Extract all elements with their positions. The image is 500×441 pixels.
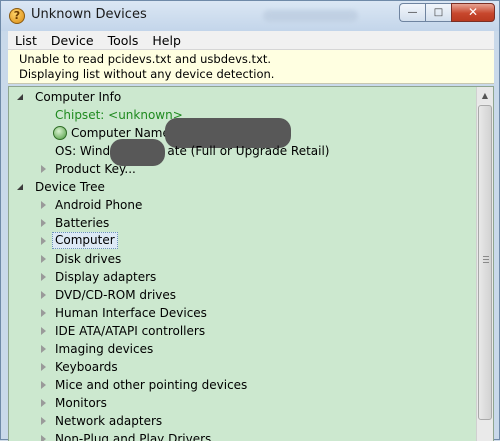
maximize-button[interactable]: □ [425,3,451,22]
expanded-arrow-icon[interactable] [17,184,23,190]
tree-label: IDE ATA/ATAPI controllers [55,324,206,338]
chipset-row: Chipset: <unknown> [55,108,183,122]
tree-label: Human Interface Devices [55,306,207,320]
collapsed-arrow-icon[interactable] [41,219,46,227]
collapsed-arrow-icon[interactable] [41,273,46,281]
grip-line [483,262,489,263]
collapsed-arrow-icon[interactable] [41,291,46,299]
menu-help[interactable]: Help [145,31,188,49]
collapsed-arrow-icon[interactable] [41,309,46,317]
close-button[interactable]: ✕ [451,3,495,22]
app-window: ? Unknown Devices — □ ✕ List Device Tool… [0,0,500,441]
grip-line [483,259,489,260]
collapsed-arrow-icon[interactable] [41,255,46,263]
grip-line [483,256,489,257]
vertical-scrollbar[interactable]: ▲ [476,87,493,441]
tree-label: Computer [52,232,118,249]
tree-label: Batteries [55,216,110,230]
tree-label: Imaging devices [55,342,154,356]
collapsed-arrow-icon[interactable] [41,363,46,371]
collapsed-arrow-icon[interactable] [41,165,46,173]
scroll-up-arrow-icon[interactable]: ▲ [477,87,493,104]
collapsed-arrow-icon[interactable] [41,381,46,389]
os-prefix: OS: Windo [55,144,118,158]
info-line-1: Unable to read pcidevs.txt and usbdevs.t… [19,52,272,66]
window-title: Unknown Devices [31,7,147,22]
tree-label: DVD/CD-ROM drives [55,288,177,302]
tree-label: Network adapters [55,414,163,428]
collapsed-arrow-icon[interactable] [41,201,46,209]
expanded-arrow-icon[interactable] [17,94,23,100]
caption-buttons: — □ ✕ [399,3,495,22]
computer-name-icon [53,126,67,140]
blurred-title-area [263,10,358,22]
app-icon: ? [9,8,25,24]
tree-label: Mice and other pointing devices [55,378,248,392]
os-row: OS: Windo ate (Full or Upgrade Retail) [55,142,355,160]
collapsed-arrow-icon[interactable] [41,435,46,441]
tree-label: Disk drives [55,252,122,266]
collapsed-arrow-icon[interactable] [41,399,46,407]
tree-label: Android Phone [55,198,143,212]
menu-tools[interactable]: Tools [101,31,146,49]
device-tree-view[interactable]: Computer Info Chipset: <unknown> Compute… [8,86,494,441]
tree-label: Keyboards [55,360,118,374]
menu-list[interactable]: List [8,31,44,49]
minimize-button[interactable]: — [399,3,425,22]
tree-label: Product Key... [55,162,136,176]
menu-bar: List Device Tools Help [8,31,494,50]
info-line-2: Displaying list without any device detec… [19,67,275,81]
tree-label: Device Tree [35,180,105,194]
tree-label: Monitors [55,396,107,410]
scrollbar-thumb[interactable] [478,105,492,420]
title-bar[interactable]: ? Unknown Devices — □ ✕ [1,1,499,31]
tree-label: Non-Plug and Play Drivers [55,432,212,441]
info-bar: Unable to read pcidevs.txt and usbdevs.t… [8,50,494,84]
collapsed-arrow-icon[interactable] [41,237,46,245]
collapsed-arrow-icon[interactable] [41,417,46,425]
tree-label: Computer Info [35,90,122,104]
tree-label: Display adapters [55,270,157,284]
collapsed-arrow-icon[interactable] [41,327,46,335]
collapsed-arrow-icon[interactable] [41,345,46,353]
os-suffix: ate (Full or Upgrade Retail) [167,144,330,158]
menu-device[interactable]: Device [44,31,101,49]
